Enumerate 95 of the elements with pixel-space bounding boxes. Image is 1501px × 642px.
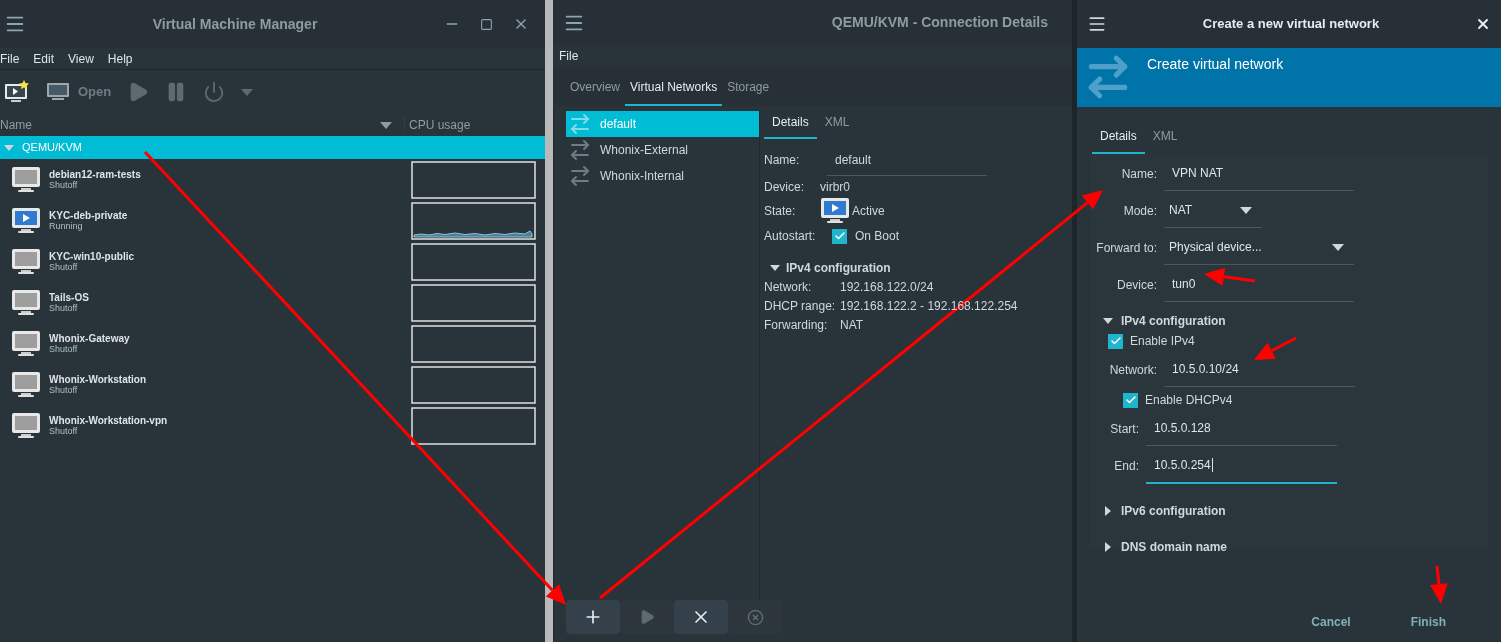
banner-title: Create virtual network — [1147, 55, 1284, 74]
running-monitor-icon — [820, 197, 850, 225]
annotation-arrow — [1429, 565, 1448, 604]
menu-item[interactable]: File — [0, 49, 20, 68]
field-label: Forwarding: — [764, 316, 829, 334]
section-title[interactable]: DNS domain name — [1121, 538, 1228, 556]
field-value: Active — [852, 203, 885, 220]
annotation-arrow — [1204, 267, 1256, 286]
play-icon — [639, 609, 655, 625]
vm-name[interactable]: Whonix-Gateway — [49, 332, 130, 344]
field-label: Name: — [764, 152, 801, 169]
field-label: DHCP range: — [764, 297, 837, 315]
tab[interactable]: Storage — [722, 78, 775, 106]
vm-name[interactable]: KYC-deb-private — [49, 209, 128, 221]
text-field[interactable]: 10.5.0.254 — [1146, 448, 1337, 484]
window-title: Virtual Machine Manager — [152, 14, 318, 34]
column-header[interactable]: CPU usage — [405, 116, 471, 134]
field-label: Device: — [764, 179, 805, 196]
text-field[interactable]: 10.5.0.128 — [1146, 411, 1337, 446]
caret-icon — [1332, 243, 1344, 251]
vm-status: Shutoff — [49, 302, 79, 314]
vm-name[interactable]: debian12-ram-tests — [49, 168, 141, 180]
new-vm-icon[interactable] — [4, 80, 30, 104]
tab[interactable]: Overview — [565, 78, 625, 106]
network-list-item[interactable]: Whonix-Internal — [566, 163, 759, 189]
vm-name[interactable]: Whonix-Workstation-vpn — [49, 414, 168, 426]
dropdown[interactable]: NAT — [1164, 193, 1262, 228]
vm-status: Shutoff — [49, 261, 78, 273]
vm-status: Running — [49, 220, 83, 232]
dialog-button[interactable]: Finish — [1400, 609, 1456, 635]
checkbox-label: Enable IPv4 — [1130, 333, 1195, 350]
vm-status: Shutoff — [49, 425, 78, 437]
section-title[interactable]: IPv4 configuration — [1121, 312, 1226, 330]
field-value: virbr0 — [820, 179, 850, 196]
close-icon[interactable] — [1475, 16, 1491, 32]
name-field[interactable]: default — [827, 144, 987, 176]
monitor-icon[interactable] — [46, 81, 70, 103]
field-label: Name: — [1120, 165, 1157, 183]
menu-item[interactable]: View — [68, 49, 94, 68]
field-value: NAT — [840, 316, 864, 334]
delete-icon — [746, 608, 764, 626]
window-title: Create a new virtual network — [1202, 15, 1380, 34]
field-label: Device: — [1116, 276, 1157, 294]
expander-icon[interactable] — [1103, 316, 1113, 326]
network-arrows-icon — [568, 164, 592, 188]
vm-name[interactable]: Whonix-Workstation — [49, 373, 147, 385]
network-list-item[interactable]: Whonix-External — [566, 137, 759, 163]
expander-icon[interactable] — [1103, 542, 1113, 552]
connection-name: QEMU/KVM — [22, 140, 82, 156]
field-label: Forward to: — [1095, 239, 1157, 257]
network-name: Whonix-External — [600, 142, 689, 159]
field-label: Network: — [764, 278, 813, 296]
network-arrows-icon — [568, 138, 592, 162]
field-label: Network: — [1108, 361, 1157, 379]
checkbox-label: On Boot — [855, 228, 900, 245]
field-value: 192.168.122.0/24 — [840, 278, 934, 296]
expander-icon[interactable] — [1103, 506, 1113, 516]
add-button[interactable] — [566, 600, 620, 634]
menu-item[interactable]: File — [559, 46, 579, 65]
network-arrows-icon — [568, 112, 592, 136]
checkbox[interactable] — [1108, 333, 1123, 349]
vm-name[interactable]: Tails-OS — [49, 291, 89, 303]
tab[interactable]: XML — [1144, 127, 1186, 154]
field-label: State: — [764, 203, 797, 220]
vm-status: Shutoff — [49, 343, 78, 355]
sort-caret-icon[interactable] — [380, 121, 392, 129]
vm-status: Shutoff — [49, 179, 79, 191]
field-label: Start: — [1109, 420, 1139, 438]
dropdown[interactable]: Physical device... — [1164, 230, 1354, 265]
menu-icon[interactable] — [1087, 14, 1107, 34]
checkbox[interactable] — [832, 228, 847, 244]
column-header[interactable]: Name — [0, 116, 32, 134]
network-name: default — [600, 116, 637, 133]
section-title[interactable]: IPv6 configuration — [1121, 502, 1226, 520]
tab[interactable]: XML — [816, 113, 858, 139]
vm-status: Shutoff — [49, 384, 79, 396]
field-label: End: — [1113, 458, 1139, 475]
annotation-arrow — [1254, 336, 1297, 360]
maximize-icon[interactable] — [480, 17, 493, 31]
tab[interactable]: Details — [764, 113, 817, 139]
checkbox[interactable] — [1123, 392, 1138, 408]
dialog-button[interactable]: Cancel — [1301, 609, 1361, 635]
caret-icon — [1240, 206, 1252, 214]
menu-item[interactable]: Edit — [33, 49, 55, 68]
expander-icon[interactable] — [770, 263, 780, 273]
field-label: Autostart: — [764, 228, 817, 245]
section-title[interactable]: IPv4 configuration — [786, 259, 891, 277]
checkbox-label: Enable DHCPv4 — [1145, 392, 1233, 409]
vm-name[interactable]: KYC-win10-public — [49, 250, 134, 262]
stop-button[interactable] — [674, 600, 728, 634]
network-name: Whonix-Internal — [600, 168, 685, 185]
text-field[interactable]: VPN NAT — [1164, 156, 1354, 191]
field-label: Mode: — [1122, 202, 1157, 220]
window-title: QEMU/KVM - Connection Details — [831, 13, 1048, 33]
menu-item[interactable]: Help — [107, 49, 133, 68]
